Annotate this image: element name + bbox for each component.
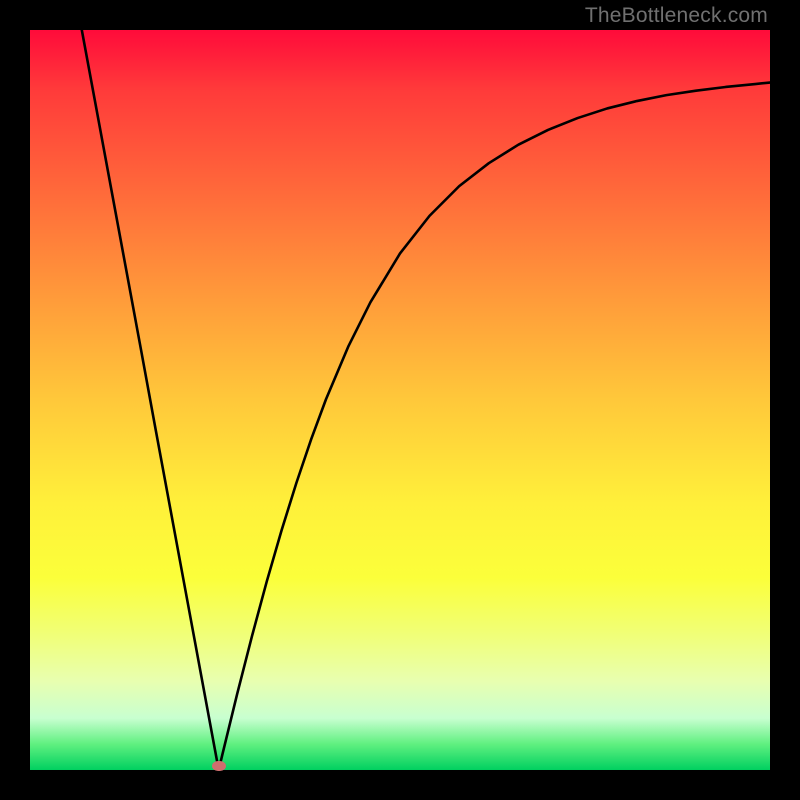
chart-frame: TheBottleneck.com bbox=[0, 0, 800, 800]
watermark-text: TheBottleneck.com bbox=[585, 4, 768, 28]
plot-area bbox=[30, 30, 770, 770]
minimum-marker bbox=[212, 761, 226, 771]
bottleneck-curve bbox=[30, 30, 770, 770]
